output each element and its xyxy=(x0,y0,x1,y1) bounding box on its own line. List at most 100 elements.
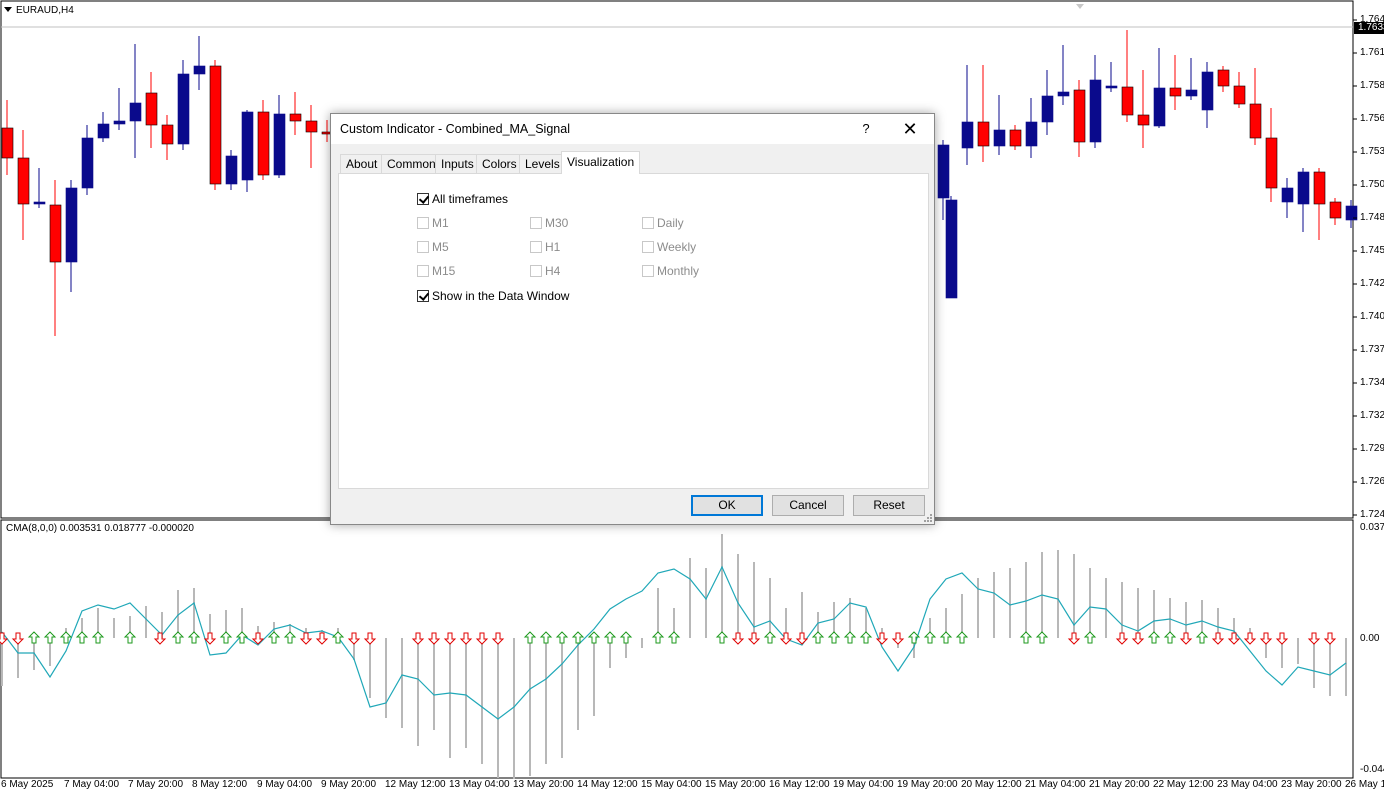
timeframe-m5-checkbox[interactable] xyxy=(417,241,429,253)
date-axis-label: 9 May 04:00 xyxy=(257,779,313,790)
dialog-title: Custom Indicator - Combined_MA_Signal xyxy=(340,122,570,136)
custom-indicator-dialog: Custom Indicator - Combined_MA_Signal ? … xyxy=(330,113,935,525)
bear-candle xyxy=(1217,69,1230,87)
date-axis-label: 19 May 04:00 xyxy=(833,779,894,790)
date-axis-label: 8 May 12:00 xyxy=(192,779,248,790)
timeframe-m15-checkbox[interactable] xyxy=(417,265,429,277)
date-axis-label: 7 May 20:00 xyxy=(128,779,184,790)
bear-candle xyxy=(1009,129,1022,147)
date-axis-label: 21 May 20:00 xyxy=(1089,779,1150,790)
bear-candle xyxy=(257,111,270,176)
timeframe-monthly-checkbox[interactable] xyxy=(642,265,654,277)
timeframe-weekly-label: Weekly xyxy=(657,240,697,254)
bull-candle xyxy=(113,120,126,125)
bull-candle xyxy=(33,201,46,205)
timeframe-m30-label: M30 xyxy=(545,216,569,230)
ok-button[interactable]: OK xyxy=(691,495,763,516)
date-axis-label: 14 May 12:00 xyxy=(577,779,638,790)
bull-candle xyxy=(1041,95,1054,123)
date-axis-label: 7 May 04:00 xyxy=(64,779,120,790)
bear-candle xyxy=(209,65,222,185)
close-button[interactable]: ✕ xyxy=(897,117,923,141)
bull-candle xyxy=(1089,79,1102,143)
bull-candle xyxy=(225,155,238,185)
indicator-label: CMA(8,0,0) 0.003531 0.018777 -0.000020 xyxy=(6,523,194,534)
bear-candle xyxy=(1329,201,1342,219)
bull-candle xyxy=(1281,187,1294,203)
bear-candle xyxy=(49,204,62,263)
date-axis-label: 12 May 12:00 xyxy=(385,779,446,790)
bear-candle xyxy=(1233,85,1246,105)
bull-candle xyxy=(937,144,950,199)
bull-candle xyxy=(65,187,78,263)
check-icon xyxy=(418,290,430,301)
timeframe-daily-checkbox[interactable] xyxy=(642,217,654,229)
price-axis-label: 1.7293 xyxy=(1360,443,1384,454)
bull-candle xyxy=(193,65,206,75)
bear-candle xyxy=(1073,89,1086,143)
data-window-label: Show in the Data Window xyxy=(432,289,570,303)
bear-candle xyxy=(1,127,14,159)
price-axis-label: 1.7562 xyxy=(1360,113,1384,124)
tab-colors[interactable]: Colors xyxy=(476,154,523,173)
bear-candle xyxy=(305,120,318,133)
timeframe-h1-checkbox[interactable] xyxy=(530,241,542,253)
bear-candle xyxy=(145,92,158,126)
date-axis-label: 13 May 04:00 xyxy=(449,779,510,790)
reset-button[interactable]: Reset xyxy=(853,495,925,516)
price-axis-label: 1.7508 xyxy=(1360,179,1384,190)
timeframe-m15-label: M15 xyxy=(432,264,456,278)
cancel-button[interactable]: Cancel xyxy=(772,495,844,516)
bear-candle xyxy=(161,124,174,145)
date-axis-label: 23 May 04:00 xyxy=(1217,779,1278,790)
bull-candle xyxy=(961,121,974,149)
timeframe-m1-checkbox[interactable] xyxy=(417,217,429,229)
bear-candle xyxy=(289,113,302,122)
bull-candle xyxy=(1057,91,1070,97)
bull-candle xyxy=(241,111,254,181)
timeframe-weekly-checkbox[interactable] xyxy=(642,241,654,253)
data-window-checkbox[interactable] xyxy=(417,290,430,302)
all-timeframes-label: All timeframes xyxy=(432,192,509,206)
bull-candle xyxy=(945,199,958,299)
date-axis-label: 16 May 12:00 xyxy=(769,779,830,790)
date-axis-label: 15 May 04:00 xyxy=(641,779,702,790)
all-timeframes-checkbox[interactable] xyxy=(417,193,430,205)
tab-visualization[interactable]: Visualization xyxy=(561,151,641,174)
timeframe-h4-checkbox[interactable] xyxy=(530,265,542,277)
timeframe-daily-label: Daily xyxy=(657,216,684,230)
date-axis-label: 6 May 2025 xyxy=(1,779,54,790)
price-axis-label: 1.7454 xyxy=(1360,245,1384,256)
date-axis-label: 22 May 12:00 xyxy=(1153,779,1214,790)
tab-inputs[interactable]: Inputs xyxy=(435,154,480,173)
price-axis-label: 1.7588 xyxy=(1360,80,1384,91)
help-button[interactable]: ? xyxy=(854,119,878,139)
indicator-scale-top: 0.0379 xyxy=(1360,522,1384,533)
bear-candle xyxy=(1265,137,1278,189)
resize-grip-icon[interactable] xyxy=(923,513,933,523)
date-axis-label: 26 May 1 xyxy=(1345,779,1384,790)
indicator-scale-bottom: -0.0449 xyxy=(1360,764,1384,775)
tab-common[interactable]: Common xyxy=(381,154,442,173)
bull-candle xyxy=(1185,89,1198,97)
tab-levels[interactable]: Levels xyxy=(519,154,566,173)
price-axis-label: 1.7615 xyxy=(1360,47,1384,58)
chart-symbol-title[interactable]: EURAUD,H4 xyxy=(4,5,74,16)
bear-candle xyxy=(1313,171,1326,205)
timeframe-m5-label: M5 xyxy=(432,240,449,254)
bull-candle xyxy=(129,102,142,122)
bull-candle xyxy=(97,123,110,139)
timeframe-m30-checkbox[interactable] xyxy=(530,217,542,229)
dialog-titlebar[interactable]: Custom Indicator - Combined_MA_Signal ? … xyxy=(331,114,934,144)
tab-about[interactable]: About xyxy=(340,154,384,173)
indicator-subwindow[interactable] xyxy=(0,519,1384,779)
price-axis-label: 1.7266 xyxy=(1360,476,1384,487)
bull-candle xyxy=(1025,121,1038,147)
price-axis-label: 1.7535 xyxy=(1360,146,1384,157)
price-axis-label: 1.7374 xyxy=(1360,344,1384,355)
indicator-scale-zero: 0.00 xyxy=(1360,633,1380,644)
bear-candle xyxy=(1169,87,1182,97)
bear-candle xyxy=(977,121,990,147)
bear-candle xyxy=(17,157,30,205)
date-axis-label: 9 May 20:00 xyxy=(321,779,377,790)
